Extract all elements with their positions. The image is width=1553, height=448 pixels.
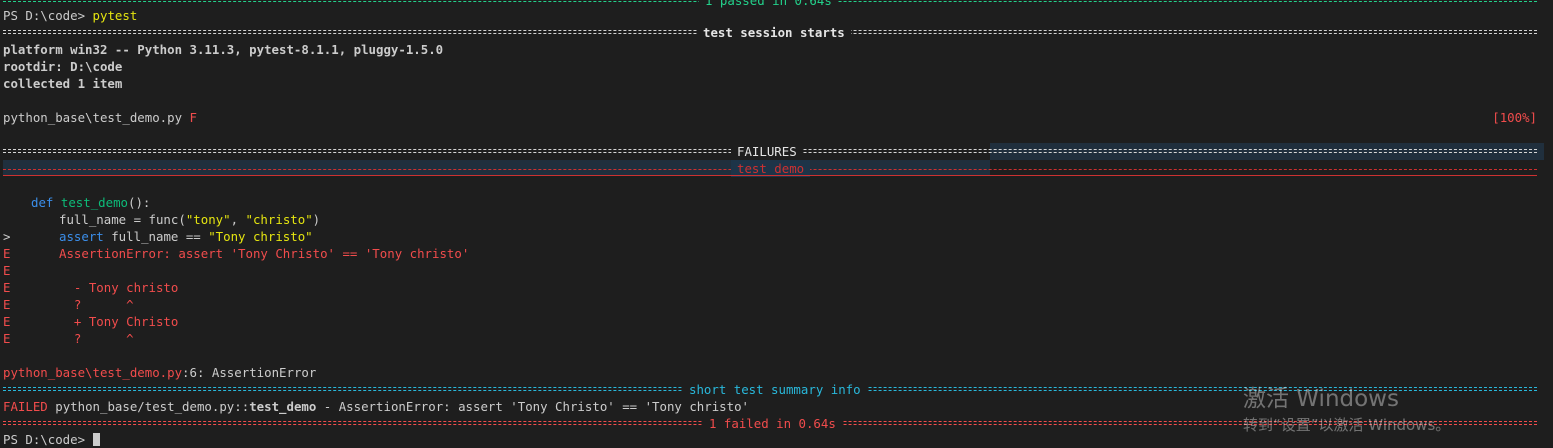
windows-activation-watermark: 激活 Windows 转到“设置”以激活 Windows。	[1243, 384, 1450, 436]
failure-location-error: AssertionError	[211, 365, 317, 380]
error-prefix: E	[3, 331, 11, 346]
watermark-title: 激活 Windows	[1243, 386, 1399, 412]
final-prompt-line[interactable]: PS D:\code>	[3, 431, 100, 448]
diff-hint-line: ? ^	[59, 297, 134, 312]
failure-location-file: python_base\test_demo.py	[3, 365, 183, 380]
diff-line-expected: - Tony christo	[59, 280, 179, 295]
failed-test-path: python_base/test_demo.py::	[55, 399, 250, 414]
failure-location: python_base\test_demo.py:6: AssertionErr…	[3, 364, 316, 381]
test-file-path: python_base\test_demo.py	[3, 110, 183, 125]
failure-underline	[3, 175, 1537, 176]
error-prefix: E	[3, 297, 11, 312]
result-label: 1 failed in 0.64s	[703, 415, 842, 432]
top-summary-label: 1 passed in 0.64s	[699, 0, 838, 9]
collected-line: collected 1 item	[3, 76, 123, 91]
platform-line: platform win32 -- Python 3.11.3, pytest-…	[3, 42, 444, 57]
code-line-def: def test_demo():	[31, 195, 151, 210]
failures-label: FAILURES	[731, 143, 803, 160]
watermark-subtitle: 转到“设置”以激活 Windows。	[1243, 416, 1451, 434]
summary-label: short test summary info	[683, 381, 867, 398]
command-text: pytest	[92, 8, 138, 23]
failed-test-id: test_demo	[249, 399, 317, 414]
rootdir-line: rootdir: D:\code	[3, 59, 123, 74]
prompt-text: PS D:\code>	[3, 8, 86, 23]
failed-tag: FAILED	[3, 399, 48, 414]
failing-line-marker: >	[3, 229, 11, 244]
failure-location-line: :6:	[182, 365, 212, 380]
diff-hint-line: ? ^	[59, 331, 134, 346]
prompt-line: PS D:\code> pytest	[3, 7, 137, 24]
error-prefix: E	[3, 280, 11, 295]
error-prefix: E	[3, 246, 11, 261]
text-cursor	[92, 433, 100, 446]
progress-line: python_base\test_demo.py F	[3, 109, 197, 126]
failures-separator: FAILURES	[3, 143, 1537, 160]
terminal-output[interactable]: 1 passed in 0.64s PS D:\code> pytest tes…	[0, 0, 1553, 447]
diff-line-actual: + Tony Christo	[59, 314, 179, 329]
final-prompt-text: PS D:\code>	[3, 432, 86, 447]
session-start-separator: test session starts	[3, 24, 1537, 41]
error-message: AssertionError: assert 'Tony Christo' ==…	[59, 246, 470, 261]
error-prefix: E	[3, 314, 11, 329]
code-line-call: full_name = func("tony", "christo")	[59, 212, 321, 227]
session-start-label: test session starts	[697, 24, 851, 41]
failed-summary-line: FAILED python_base/test_demo.py::test_de…	[3, 398, 749, 415]
top-summary-separator: 1 passed in 0.64s	[3, 0, 1537, 9]
code-line-assert: assert full_name == "Tony christo"	[59, 229, 313, 244]
progress-percent: [100%]	[1492, 110, 1537, 125]
failed-test-message: - AssertionError: assert 'Tony Christo' …	[316, 399, 750, 414]
test-status-mark: F	[189, 110, 197, 125]
error-prefix: E	[3, 263, 11, 278]
